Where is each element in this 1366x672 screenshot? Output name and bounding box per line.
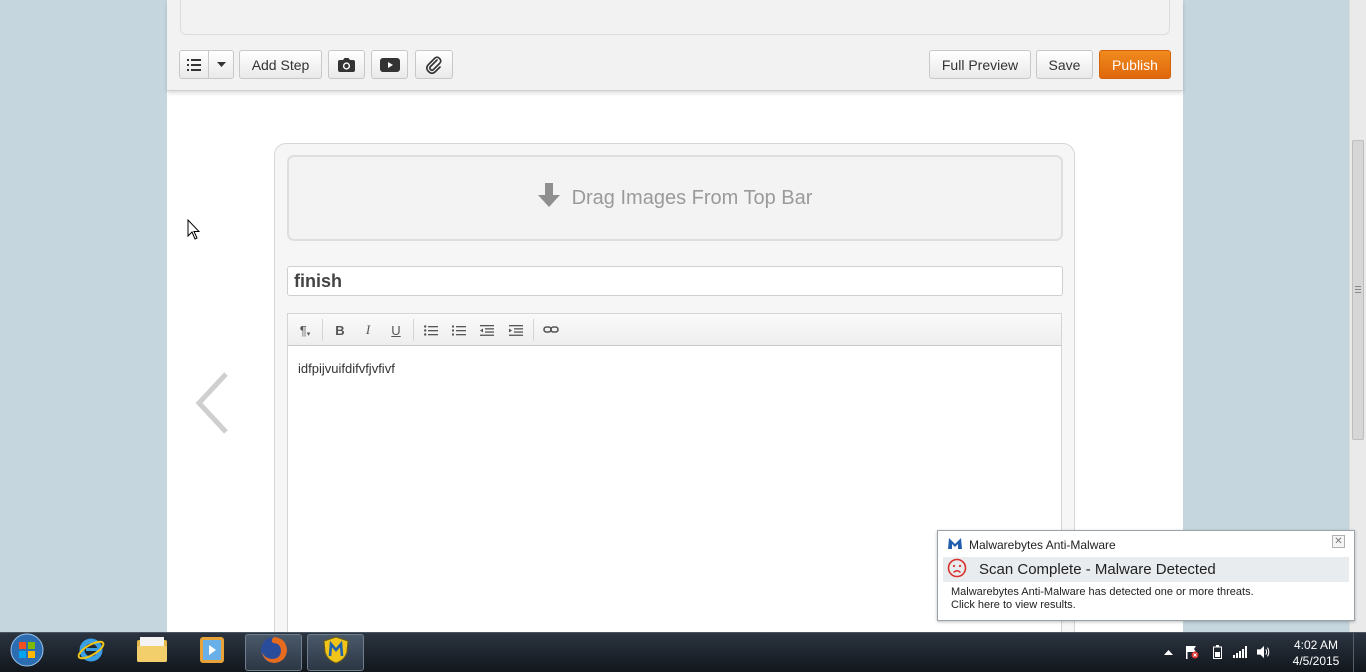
toolbar-divider [413, 319, 414, 341]
drag-images-label: Drag Images From Top Bar [571, 186, 813, 209]
taskbar-firefox[interactable] [245, 634, 302, 671]
full-preview-button[interactable]: Full Preview [929, 50, 1031, 79]
bullet-list-icon[interactable] [420, 320, 442, 340]
italic-icon[interactable]: I [357, 320, 379, 340]
notification-app-name: Malwarebytes Anti-Malware [969, 537, 1116, 552]
numbered-list-icon[interactable] [448, 320, 470, 340]
youtube-icon [379, 57, 400, 72]
taskbar-malwarebytes[interactable] [307, 634, 364, 671]
paragraph-icon[interactable]: ¶ ▾ [294, 320, 316, 340]
internet-explorer-icon [76, 635, 106, 670]
sad-face-icon [943, 558, 979, 582]
add-video-button[interactable] [371, 50, 408, 79]
scrollbar-thumb[interactable] [1352, 140, 1364, 440]
firefox-icon [259, 635, 289, 670]
network-signal-icon[interactable] [1233, 645, 1247, 659]
paperclip-icon [426, 55, 442, 74]
mouse-cursor-icon [187, 218, 201, 245]
arrow-down-icon [537, 183, 572, 213]
battery-icon[interactable] [1210, 645, 1224, 659]
clock-time: 4:02 AM [1293, 638, 1339, 652]
notification-message-line: Malwarebytes Anti-Malware has detected o… [951, 586, 1254, 598]
system-clock[interactable]: 4:02 AM 4/5/2015 [1286, 637, 1346, 669]
view-results-link[interactable]: Click here to view results. [951, 599, 1254, 612]
publish-button[interactable]: Publish [1099, 50, 1171, 79]
toolbar-divider [533, 319, 534, 341]
image-drop-zone[interactable]: Drag Images From Top Bar [287, 155, 1063, 241]
windows-start-orb-icon [10, 633, 44, 672]
indent-icon[interactable] [505, 320, 527, 340]
windows-taskbar: 4:02 AM 4/5/2015 [0, 632, 1366, 672]
link-icon[interactable] [540, 320, 562, 340]
outdent-icon[interactable] [476, 320, 498, 340]
action-center-flag-icon[interactable] [1185, 645, 1199, 659]
close-icon[interactable]: ✕ [1332, 535, 1345, 548]
image-tray [180, 0, 1170, 35]
notification-headline: Scan Complete - Malware Detected [979, 561, 1216, 578]
underline-icon[interactable]: U [385, 320, 407, 340]
volume-icon[interactable] [1257, 645, 1271, 659]
step-body-text: idfpijvuifdifvfjvfivf [298, 361, 395, 376]
rich-text-toolbar: ¶ ▾ B I U [287, 313, 1062, 346]
save-button[interactable]: Save [1036, 50, 1093, 79]
malwarebytes-shield-icon [321, 635, 351, 670]
show-hidden-icons[interactable] [1161, 645, 1175, 659]
bold-icon[interactable]: B [329, 320, 351, 340]
add-photo-button[interactable] [328, 50, 365, 79]
notification-headline-bar: Scan Complete - Malware Detected [943, 557, 1349, 582]
taskbar-internet-explorer[interactable] [62, 634, 119, 671]
toolbar-divider [322, 319, 323, 341]
step-list-dropdown[interactable] [208, 50, 234, 79]
attach-file-button[interactable] [415, 50, 453, 79]
malwarebytes-logo-icon [947, 536, 969, 553]
step-list-button[interactable] [179, 50, 209, 79]
start-button[interactable] [0, 633, 54, 672]
taskbar-file-explorer[interactable] [123, 634, 180, 671]
media-player-icon [199, 636, 225, 669]
list-icon [187, 58, 201, 71]
clock-date: 4/5/2015 [1292, 654, 1340, 668]
notification-message[interactable]: Malwarebytes Anti-Malware has detected o… [951, 586, 1254, 612]
show-desktop-button[interactable] [1353, 633, 1366, 672]
folder-icon [136, 636, 168, 669]
notification-header: Malwarebytes Anti-Malware [947, 536, 1116, 553]
caret-down-icon [216, 62, 226, 67]
malware-notification[interactable]: Malwarebytes Anti-Malware ✕ Scan Complet… [937, 530, 1355, 621]
camera-icon [338, 57, 355, 72]
add-step-button[interactable]: Add Step [239, 50, 322, 79]
previous-step-arrow[interactable] [195, 372, 229, 439]
taskbar-media-player[interactable] [183, 634, 240, 671]
step-title-input[interactable]: finish [287, 266, 1063, 296]
